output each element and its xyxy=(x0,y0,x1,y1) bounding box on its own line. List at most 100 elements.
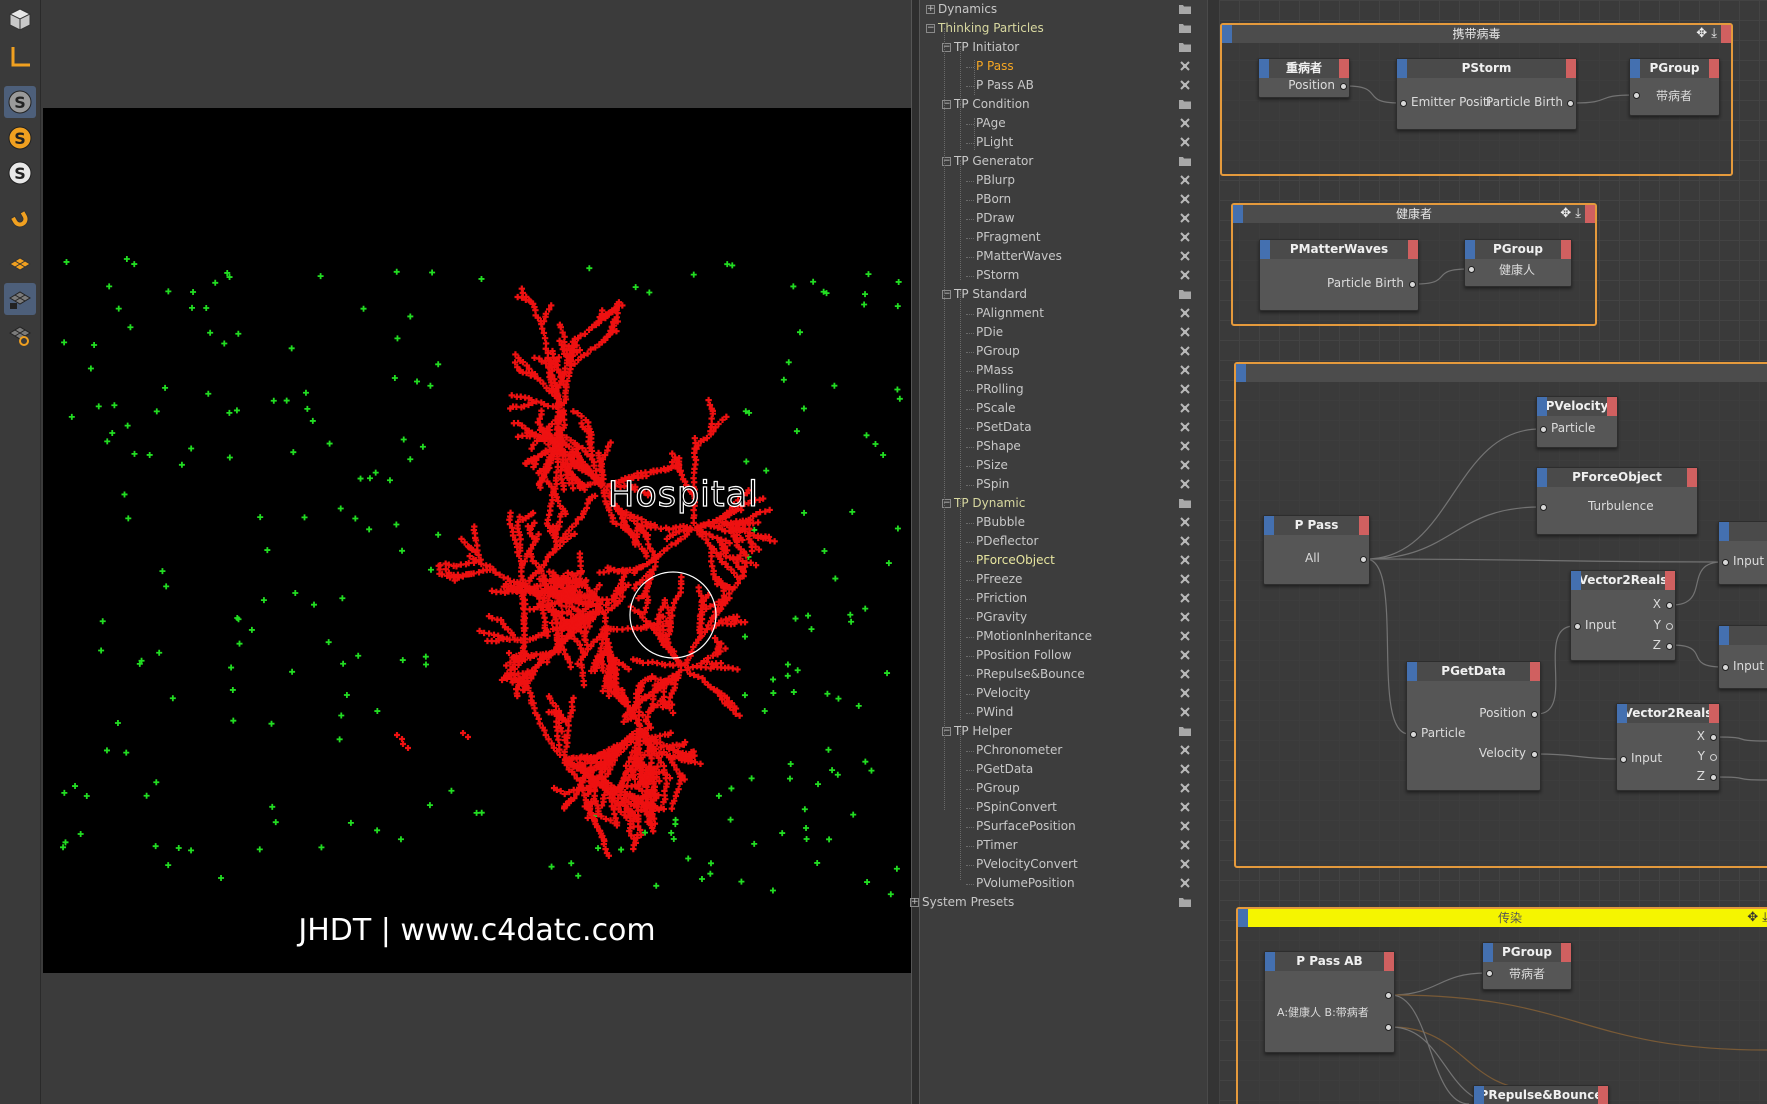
tree-item[interactable]: PTimer xyxy=(976,836,1018,855)
tree-item[interactable]: PAlignment xyxy=(976,304,1044,323)
output-port-y[interactable] xyxy=(1710,754,1717,761)
node-edge-input-1[interactable]: Input xyxy=(1718,521,1767,585)
tree-item[interactable]: PSetData xyxy=(976,418,1032,437)
tree-item[interactable]: PGetData xyxy=(976,760,1033,779)
output-port-a[interactable] xyxy=(1385,992,1392,999)
tree-item[interactable]: TP Dynamic xyxy=(954,494,1025,513)
grid-gear-icon[interactable] xyxy=(4,318,36,350)
s-white-icon[interactable]: S xyxy=(4,157,36,189)
group-main[interactable] xyxy=(1234,362,1767,868)
grid-plane-icon[interactable] xyxy=(4,247,36,279)
output-port[interactable] xyxy=(1567,100,1574,107)
output-port-z[interactable] xyxy=(1666,643,1673,650)
output-port-z[interactable] xyxy=(1710,774,1717,781)
tree-item[interactable]: PChronometer xyxy=(976,741,1062,760)
tree-item[interactable]: PScale xyxy=(976,399,1016,418)
tree-item[interactable]: PStorm xyxy=(976,266,1019,285)
tree-expander-icon[interactable]: − xyxy=(926,24,935,33)
input-port[interactable] xyxy=(1400,100,1407,107)
tree-item[interactable]: PMotionInheritance xyxy=(976,627,1092,646)
input-port[interactable] xyxy=(1620,756,1627,763)
tree-expander-icon[interactable]: + xyxy=(926,5,935,14)
viewport-canvas[interactable]: Hospital JHDT | www.c4datc.com xyxy=(43,108,911,973)
magnet-icon[interactable] xyxy=(4,203,36,235)
node-pmatterwaves[interactable]: PMatterWaves Particle Birth xyxy=(1259,239,1419,311)
tree-item[interactable]: PGroup xyxy=(976,342,1020,361)
tree-item[interactable]: PSize xyxy=(976,456,1008,475)
node-pforceobject[interactable]: PForceObject Turbulence xyxy=(1536,467,1698,535)
node-ppass[interactable]: P Pass All xyxy=(1263,515,1370,585)
tree-item[interactable]: TP Initiator xyxy=(954,38,1019,57)
input-port[interactable] xyxy=(1540,504,1547,511)
output-port-position[interactable] xyxy=(1531,711,1538,718)
tree-item[interactable]: PWind xyxy=(976,703,1013,722)
input-port[interactable] xyxy=(1722,559,1729,566)
tree-item[interactable]: PSurfacePosition xyxy=(976,817,1076,836)
tree-item[interactable]: PRolling xyxy=(976,380,1024,399)
panel-divider[interactable] xyxy=(911,0,920,1104)
tree-item[interactable]: TP Helper xyxy=(954,722,1012,741)
tree-item[interactable]: PRepulse&Bounce xyxy=(976,665,1085,684)
input-port[interactable] xyxy=(1486,970,1493,977)
tree-item[interactable]: PDie xyxy=(976,323,1003,342)
tree-item[interactable]: PMatterWaves xyxy=(976,247,1062,266)
tree-item[interactable]: PVelocity xyxy=(976,684,1030,703)
tree-item[interactable]: Thinking Particles xyxy=(938,19,1044,38)
tree-expander-icon[interactable]: + xyxy=(910,898,919,907)
output-port-x[interactable] xyxy=(1710,734,1717,741)
tree-item[interactable]: PBorn xyxy=(976,190,1011,209)
output-port-y[interactable] xyxy=(1666,623,1673,630)
input-port[interactable] xyxy=(1468,266,1475,273)
tree-item[interactable]: PFriction xyxy=(976,589,1027,608)
output-port-velocity[interactable] xyxy=(1531,751,1538,758)
tree-item[interactable]: PSpin xyxy=(976,475,1009,494)
group-move-icon[interactable]: ✥ ⤓ xyxy=(1560,206,1581,222)
node-patient[interactable]: 重病者 Position xyxy=(1258,58,1350,98)
output-port-x[interactable] xyxy=(1666,602,1673,609)
tree-item[interactable]: System Presets xyxy=(922,893,1014,912)
node-vector2reals-1[interactable]: Vector2Reals Input X Y Z xyxy=(1570,570,1676,661)
node-pgetdata[interactable]: PGetData Particle Position Velocity xyxy=(1406,661,1541,791)
group-move-icon[interactable]: ✥ ⤓ xyxy=(1747,910,1767,926)
tree-item[interactable]: TP Condition xyxy=(954,95,1030,114)
group-title[interactable]: 健康者 xyxy=(1233,205,1595,223)
group-title[interactable]: 传染 xyxy=(1238,909,1767,927)
tree-item[interactable]: P Pass AB xyxy=(976,76,1034,95)
tree-item[interactable]: PFragment xyxy=(976,228,1041,247)
output-port-b[interactable] xyxy=(1385,1024,1392,1031)
node-pgroup-healthy[interactable]: PGroup 健康人 xyxy=(1464,239,1572,287)
tree-item[interactable]: PShape xyxy=(976,437,1021,456)
input-port[interactable] xyxy=(1722,664,1729,671)
node-prepulse-bounce[interactable]: PRepulse&Bounce xyxy=(1473,1085,1609,1104)
tree-item[interactable]: TP Generator xyxy=(954,152,1033,171)
tree-item[interactable]: PGroup xyxy=(976,779,1020,798)
tree-item[interactable]: PMass xyxy=(976,361,1013,380)
node-edge-input-2[interactable]: Input xyxy=(1718,625,1767,689)
tree-item[interactable]: P Pass xyxy=(976,57,1014,76)
tree-item[interactable]: TP Standard xyxy=(954,285,1027,304)
s-blue-icon[interactable]: S xyxy=(4,86,36,118)
node-pstorm[interactable]: PStorm Emitter Position Particle Birth xyxy=(1396,58,1577,130)
axis-icon[interactable] xyxy=(4,41,36,73)
tree-item[interactable]: PBlurp xyxy=(976,171,1015,190)
tree-item[interactable]: PVelocityConvert xyxy=(976,855,1078,874)
tree-item[interactable]: PDeflector xyxy=(976,532,1038,551)
output-port[interactable] xyxy=(1409,281,1416,288)
tree-item[interactable]: PPosition Follow xyxy=(976,646,1071,665)
node-pvelocity[interactable]: PVelocity Particle xyxy=(1536,396,1618,448)
input-port[interactable] xyxy=(1633,92,1640,99)
tree-item[interactable]: PSpinConvert xyxy=(976,798,1057,817)
tree-item[interactable]: PDraw xyxy=(976,209,1015,228)
node-vector2reals-2[interactable]: Vector2Reals Input X Y Z xyxy=(1616,703,1720,791)
tree-item[interactable]: PFreeze xyxy=(976,570,1022,589)
tree-item[interactable]: Dynamics xyxy=(938,0,997,19)
tree-item[interactable]: PBubble xyxy=(976,513,1025,532)
cube-icon[interactable] xyxy=(4,3,36,35)
tree-item[interactable]: PVolumePosition xyxy=(976,874,1075,893)
xpresso-node-editor[interactable]: 携带病毒 ✥ ⤓ 重病者 Position PStorm Emitter Pos… xyxy=(1219,0,1767,1104)
tree-item[interactable]: PAge xyxy=(976,114,1006,133)
s-orange-icon[interactable]: S xyxy=(4,122,36,154)
output-port[interactable] xyxy=(1340,83,1347,90)
tree-item[interactable]: PLight xyxy=(976,133,1013,152)
node-ppass-ab[interactable]: P Pass AB A:健康人 B:带病者 xyxy=(1264,951,1395,1053)
